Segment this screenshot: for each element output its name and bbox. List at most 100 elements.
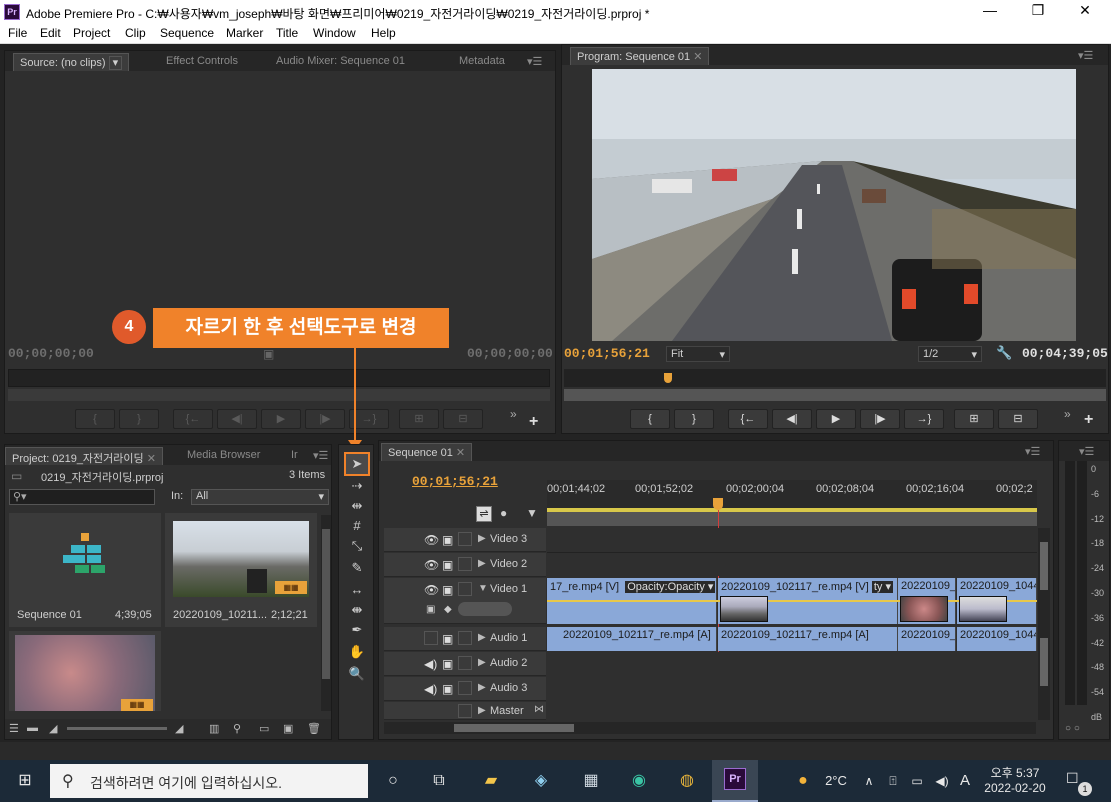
- menu-sequence[interactable]: Sequence: [160, 26, 214, 40]
- pen-tool-icon[interactable]: ✒: [345, 620, 369, 640]
- automate-icon[interactable]: ▥: [209, 722, 219, 735]
- track-header-audio-3[interactable]: ◀) ▣ ▶ Audio 3: [384, 677, 546, 701]
- program-goto-out-button[interactable]: →}: [904, 409, 944, 429]
- clock[interactable]: 오후 5:37 2022-02-20: [978, 764, 1052, 800]
- menu-title[interactable]: Title: [276, 26, 298, 40]
- source-mark-in-button[interactable]: {: [75, 409, 115, 429]
- network-icon[interactable]: ▭: [906, 768, 928, 794]
- edge-browser-icon[interactable]: ◉: [624, 768, 654, 794]
- tray-device-icon[interactable]: ⍐: [884, 768, 902, 794]
- tab-effect-controls[interactable]: Effect Controls: [160, 53, 244, 71]
- opacity-dropdown[interactable]: ty ▾: [871, 581, 894, 593]
- sync-lock-icon[interactable]: ▣: [442, 657, 453, 671]
- program-add-button[interactable]: +: [1084, 411, 1093, 429]
- lock-toggle[interactable]: [458, 704, 472, 718]
- hand-tool-icon[interactable]: ✋: [345, 642, 369, 662]
- program-goto-in-button[interactable]: {←: [728, 409, 768, 429]
- timeline-ruler[interactable]: 00;01;44;02 00;01;52;02 00;02;00;04 00;0…: [547, 480, 1037, 512]
- program-playhead[interactable]: [664, 373, 672, 383]
- project-item-clip[interactable]: ▦▦ 20220109_10211... 2;12;21: [165, 513, 317, 627]
- source-overwrite-button[interactable]: ⊟: [443, 409, 483, 429]
- cortana-icon[interactable]: ○: [380, 768, 406, 794]
- track-header-audio-2[interactable]: ◀) ▣ ▶ Audio 2: [384, 652, 546, 676]
- calculator-icon[interactable]: ▦: [576, 768, 606, 794]
- source-play-button[interactable]: ▶: [261, 409, 301, 429]
- menu-marker[interactable]: Marker: [226, 26, 263, 40]
- timeline-current-timecode[interactable]: 00;01;56;21: [412, 474, 498, 489]
- panel-menu-icon[interactable]: ▾☰: [521, 53, 548, 71]
- program-lift-button[interactable]: ⊞: [954, 409, 994, 429]
- source-scroll-bar[interactable]: [8, 389, 550, 401]
- tab-program[interactable]: Program: Sequence 01 ✕: [570, 47, 710, 65]
- meter-solo-icon[interactable]: ○ ○: [1065, 723, 1080, 734]
- program-scroll-bar[interactable]: [564, 389, 1106, 401]
- track-header-audio-1[interactable]: ▣ ▶ Audio 1: [384, 627, 546, 651]
- collapse-triangle-icon[interactable]: ▼: [478, 583, 488, 594]
- tab-metadata[interactable]: Metadata: [453, 53, 511, 71]
- ripple-edit-tool-icon[interactable]: ⇹: [345, 496, 369, 516]
- minimize-button[interactable]: —: [967, 2, 1013, 18]
- expand-triangle-icon[interactable]: ▶: [478, 558, 486, 569]
- source-add-button[interactable]: +: [529, 413, 538, 431]
- new-item-icon[interactable]: ▣: [283, 722, 293, 735]
- maximize-button[interactable]: ❐: [1015, 2, 1061, 19]
- notepad-icon[interactable]: ◈: [526, 768, 556, 794]
- menu-window[interactable]: Window: [313, 26, 356, 40]
- volume-icon[interactable]: ◀): [930, 768, 954, 794]
- tab-audio-mixer[interactable]: Audio Mixer: Sequence 01: [270, 53, 411, 71]
- tab-sequence-01[interactable]: Sequence 01 ✕: [381, 443, 473, 461]
- menu-project[interactable]: Project: [73, 26, 110, 40]
- expand-triangle-icon[interactable]: ▶: [478, 682, 486, 693]
- project-search-input[interactable]: ⚲▾: [9, 489, 155, 505]
- lock-toggle[interactable]: [458, 681, 472, 695]
- rolling-edit-tool-icon[interactable]: #: [345, 516, 369, 536]
- program-time-ruler[interactable]: [564, 369, 1106, 387]
- expand-triangle-icon[interactable]: ▶: [478, 657, 486, 668]
- task-view-icon[interactable]: ⧉: [426, 768, 452, 794]
- snap-icon[interactable]: ⇌: [476, 506, 492, 522]
- sync-lock-icon[interactable]: ▣: [442, 583, 453, 597]
- lock-toggle[interactable]: [458, 582, 472, 596]
- slip-tool-icon[interactable]: ↔: [345, 580, 369, 600]
- set-marker-icon[interactable]: ▼: [526, 506, 538, 520]
- close-button[interactable]: ✕: [1062, 2, 1108, 19]
- source-step-forward-button[interactable]: |▶: [305, 409, 345, 429]
- razor-tool-icon[interactable]: ✎: [345, 558, 369, 578]
- thumbnail-zoom-slider[interactable]: [67, 727, 167, 730]
- eye-icon[interactable]: 👁: [424, 558, 439, 572]
- slide-tool-icon[interactable]: ⇼: [345, 600, 369, 620]
- program-panel-menu-icon[interactable]: ▾☰: [1072, 47, 1099, 65]
- audio-toggle[interactable]: [424, 631, 438, 645]
- audio-clip[interactable]: 20220109_102117_re.mp4 [A]: [718, 627, 898, 651]
- lock-toggle[interactable]: [458, 532, 472, 546]
- program-step-forward-button[interactable]: |▶: [860, 409, 900, 429]
- track-header-master[interactable]: ▶ Master ⋈: [384, 702, 546, 720]
- expand-triangle-icon[interactable]: ▶: [478, 705, 486, 716]
- timeline-panel-menu-icon[interactable]: ▾☰: [1019, 443, 1046, 461]
- program-more-icon[interactable]: »: [1064, 407, 1071, 421]
- keyframe-icon[interactable]: ◆: [444, 604, 452, 615]
- menu-file[interactable]: File: [8, 26, 27, 40]
- source-goto-in-button[interactable]: {←: [173, 409, 213, 429]
- track-select-tool-icon[interactable]: ⇢: [345, 476, 369, 496]
- icon-view-icon[interactable]: ▬: [27, 722, 38, 734]
- program-mark-in-button[interactable]: {: [630, 409, 670, 429]
- expand-triangle-icon[interactable]: ▶: [478, 632, 486, 643]
- display-style-icon[interactable]: ▣: [426, 604, 435, 615]
- keyframe-nav[interactable]: [458, 602, 512, 616]
- zoom-out-icon[interactable]: ◢: [49, 722, 57, 735]
- track-header-video-3[interactable]: 👁 ▣ ▶ Video 3: [384, 528, 546, 552]
- sync-lock-icon[interactable]: ▣: [442, 632, 453, 646]
- source-mark-out-button[interactable]: }: [119, 409, 159, 429]
- source-more-icon[interactable]: »: [510, 407, 517, 421]
- premiere-taskbar-button[interactable]: Pr: [712, 760, 758, 802]
- find-icon[interactable]: ⚲: [233, 722, 241, 735]
- speaker-icon[interactable]: ◀): [424, 682, 437, 696]
- timeline-horizontal-scrollbar[interactable]: [384, 722, 1036, 734]
- source-time-ruler[interactable]: [8, 369, 550, 387]
- zoom-level-select[interactable]: Fit ▾: [666, 346, 730, 362]
- tray-chevron-icon[interactable]: ∧: [860, 768, 878, 794]
- audio-clip[interactable]: 20220109_1044: [957, 627, 1037, 651]
- sync-lock-icon[interactable]: ▣: [442, 682, 453, 696]
- sync-lock-icon[interactable]: ▣: [442, 533, 453, 547]
